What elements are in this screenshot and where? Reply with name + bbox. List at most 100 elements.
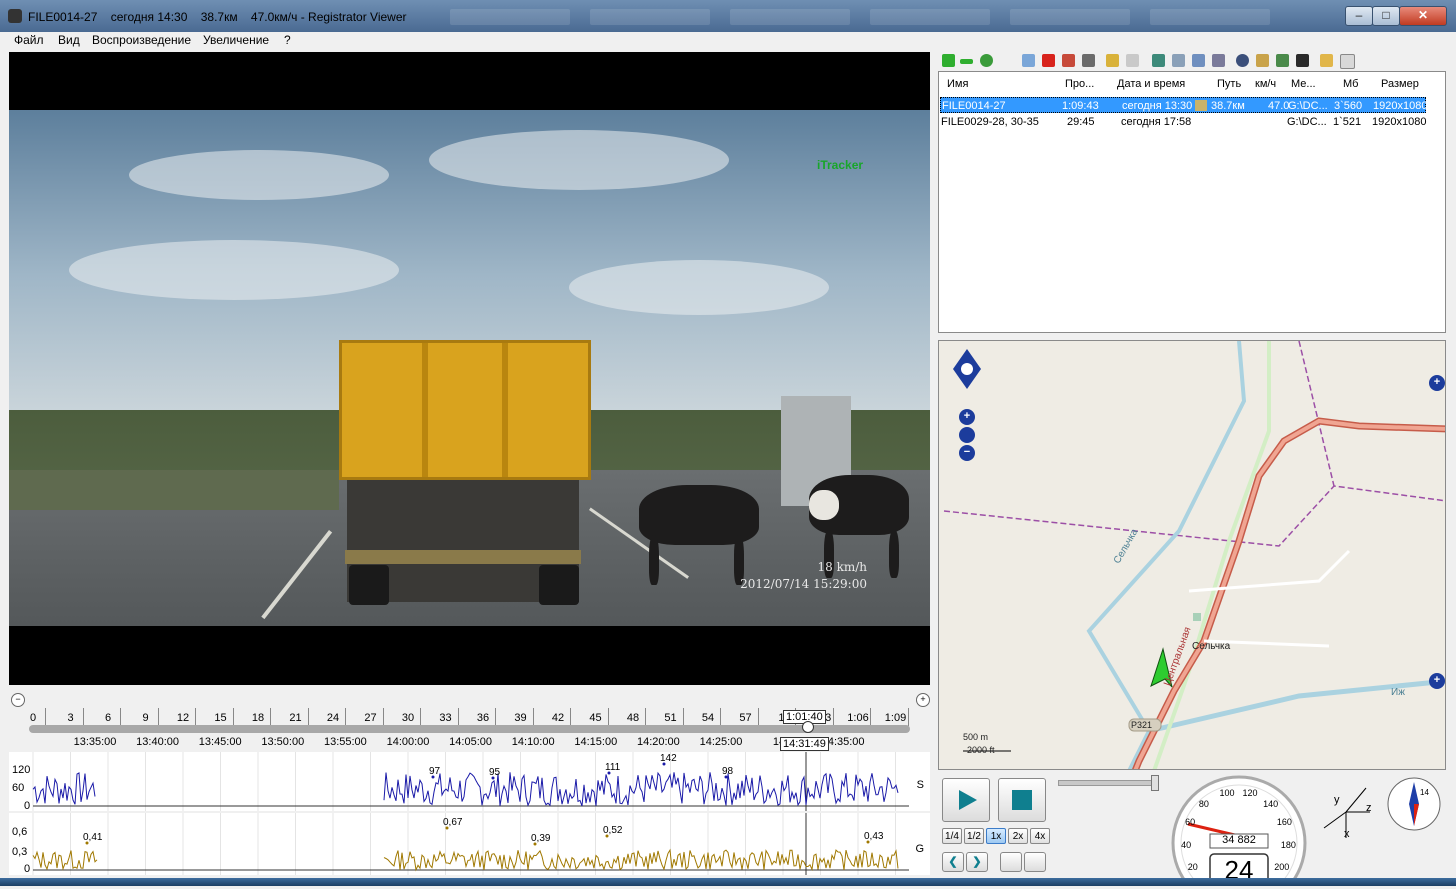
save-icon[interactable] <box>1082 54 1095 67</box>
timeline-tick <box>420 708 421 726</box>
key-icon[interactable] <box>1106 54 1119 67</box>
fit-icon[interactable] <box>1172 54 1185 67</box>
zoom-minus-icon[interactable] <box>1000 852 1022 872</box>
pan-control-icon[interactable] <box>951 349 983 401</box>
folder-icon[interactable] <box>1320 54 1333 67</box>
timeline-clock-label: 14:25:00 <box>699 736 743 748</box>
col-speed[interactable]: км/ч <box>1255 78 1276 90</box>
map-panel[interactable]: Сельчка Сельчка Центральная Р321 Иж 500 … <box>938 340 1446 770</box>
unlock-icon[interactable] <box>1126 54 1139 67</box>
peak-label: 0,43 <box>864 831 884 842</box>
timeline-tick <box>270 708 271 726</box>
delete-all-icon[interactable] <box>1062 54 1075 67</box>
map-zoom-in-icon[interactable]: + <box>959 409 975 425</box>
col-distance[interactable]: Путь <box>1217 78 1241 90</box>
map-zoom-out-icon[interactable]: − <box>959 445 975 461</box>
timeline-scrollbar[interactable] <box>29 725 910 733</box>
dial-label: 180 <box>1280 839 1296 850</box>
volume-slider[interactable] <box>1058 780 1158 786</box>
zoom-plus-icon[interactable] <box>1024 852 1046 872</box>
speed-quarter-button[interactable]: 1/4 <box>942 828 962 844</box>
photo-icon[interactable] <box>1276 54 1289 67</box>
export-icon[interactable] <box>1152 54 1165 67</box>
peak-marker <box>866 840 870 844</box>
prev-icon[interactable]: ❮ <box>942 852 964 872</box>
compass-icon: 14 <box>1386 776 1442 832</box>
add-icon[interactable] <box>942 54 955 67</box>
copy-icon[interactable] <box>1022 54 1035 67</box>
col-name[interactable]: Имя <box>947 78 968 90</box>
g-graph-label: G <box>915 843 924 855</box>
file-date: сегодня 13:30 <box>1122 100 1193 112</box>
minimize-button[interactable]: – <box>1345 6 1373 26</box>
film-icon[interactable] <box>1296 54 1309 67</box>
timeline-tick <box>720 708 721 726</box>
timeline-tick-label: 3 <box>67 712 74 724</box>
volume-slider-thumb[interactable] <box>1151 775 1159 791</box>
speed-plot: 97 95 111 142 98 <box>32 752 909 811</box>
col-mb[interactable]: Мб <box>1343 78 1358 90</box>
document-icon[interactable] <box>1340 54 1355 69</box>
timeline-clock-label: 13:45:00 <box>198 736 242 748</box>
timeline-tick <box>195 708 196 726</box>
file-location: G:\DC... <box>1288 100 1328 112</box>
video-panel[interactable]: iTracker 18 km/h 2012/07/14 15:29:00 <box>9 52 930 685</box>
timeline-slider-handle[interactable] <box>802 721 814 733</box>
cloud <box>569 260 829 315</box>
timeline-clock-label: 4:35:00 <box>827 736 865 748</box>
peak-marker <box>445 826 449 830</box>
speedometer: 20 40 60 80 100 120 140 160 180 200 34 882 24 <box>1170 774 1308 889</box>
timeline-clock-label: 14:15:00 <box>574 736 618 748</box>
speed-1x-button[interactable]: 1x <box>986 828 1006 844</box>
peak-label: 0,39 <box>531 833 551 844</box>
chart-icon[interactable] <box>1256 54 1269 67</box>
file-row[interactable]: FILE0029-28, 30-35 29:45 сегодня 17:58 G… <box>940 114 1426 130</box>
timeline-tick-label: 24 <box>326 712 340 724</box>
speed-4x-button[interactable]: 4x <box>1030 828 1050 844</box>
peak-label: 0,67 <box>443 817 463 828</box>
play-button[interactable] <box>942 778 990 822</box>
menu-file[interactable]: Файл <box>14 33 44 47</box>
scale-metric: 500 m <box>963 732 989 742</box>
speed-y-label-60: 60 <box>12 782 25 794</box>
layer-toggle-icon[interactable]: + <box>1429 375 1445 391</box>
stop-button[interactable] <box>998 778 1046 822</box>
speed-2x-button[interactable]: 2x <box>1008 828 1028 844</box>
menu-playback[interactable]: Воспроизведение <box>92 33 191 47</box>
maximize-button[interactable]: □ <box>1372 6 1400 26</box>
cloud <box>429 130 729 190</box>
tools-icon[interactable] <box>1212 54 1225 67</box>
globe-icon[interactable] <box>1236 54 1249 67</box>
refresh-icon[interactable] <box>980 54 993 67</box>
map-globe-icon[interactable] <box>959 427 975 443</box>
speed-graph[interactable]: 97 95 111 142 98 120 60 0 S <box>9 752 930 812</box>
timeline-tick-label: 33 <box>439 712 452 724</box>
dial-label: 160 <box>1276 817 1292 828</box>
close-button[interactable]: ✕ <box>1399 6 1447 26</box>
col-duration[interactable]: Про... <box>1065 78 1094 90</box>
cursor-clock: 14:31:49 <box>780 737 829 751</box>
g-force-graph[interactable]: 0,41 0,67 0,39 0,52 0,43 0,6 0,3 0 G <box>9 813 930 875</box>
axis-x-label: x <box>1344 828 1350 840</box>
brand-overlay: iTracker <box>817 158 864 172</box>
remove-icon[interactable] <box>960 59 973 64</box>
os-taskbar <box>0 878 1456 886</box>
delete-icon[interactable] <box>1042 54 1055 67</box>
layer-toggle-icon[interactable]: + <box>1429 673 1445 689</box>
timeline-tick-label: 57 <box>739 712 752 724</box>
zoom-out-icon[interactable]: − <box>11 693 25 707</box>
col-location[interactable]: Ме... <box>1291 78 1316 90</box>
menu-help[interactable]: ? <box>284 33 291 47</box>
timeline[interactable]: − + 0 3 6 9 12 15 18 21 24 27 30 33 36 39 42 45 48 51 54 57… <box>9 693 930 751</box>
col-date[interactable]: Дата и время <box>1117 78 1185 90</box>
menu-view[interactable]: Вид <box>58 33 80 47</box>
windows-icon[interactable] <box>1192 54 1205 67</box>
zoom-in-icon[interactable]: + <box>916 693 930 707</box>
g-y-label-03: 0,3 <box>12 846 28 858</box>
menu-zoom[interactable]: Увеличение <box>203 33 269 47</box>
col-size[interactable]: Размер <box>1381 78 1419 90</box>
file-row[interactable]: FILE0014-27 1:09:43 сегодня 13:30 38.7км… <box>940 97 1427 113</box>
next-icon[interactable]: ❯ <box>966 852 988 872</box>
speed-half-button[interactable]: 1/2 <box>964 828 984 844</box>
file-list[interactable]: Имя Про... Дата и время Путь км/ч Ме... … <box>938 71 1446 333</box>
